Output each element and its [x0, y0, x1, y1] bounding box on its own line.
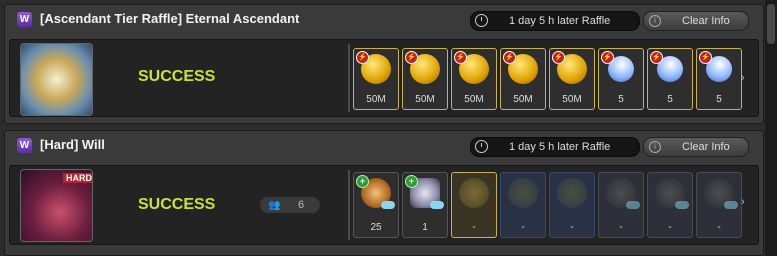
reward-count: 25	[370, 222, 382, 233]
reward-count: 50M	[513, 94, 533, 105]
reward-slot[interactable]: ⚡ 50M	[500, 48, 546, 110]
party-size-badge: 👥 6	[260, 197, 320, 213]
plus-icon: +	[356, 175, 369, 188]
raffle-timer: 1 day 5 h later Raffle	[470, 137, 640, 157]
reward-slot[interactable]: ⚡ 5	[696, 48, 742, 110]
boss-portrait: HARD	[20, 169, 93, 242]
reward-slot[interactable]: -	[451, 172, 497, 238]
cloud-icon	[430, 201, 444, 209]
reward-count: 1	[422, 222, 428, 233]
reward-count: -	[717, 222, 721, 233]
reward-slot[interactable]: ⚡ 50M	[451, 48, 497, 110]
reward-count: 5	[667, 94, 673, 105]
divider	[348, 44, 350, 112]
reward-count: 50M	[415, 94, 435, 105]
reward-slot[interactable]: ⚡ 50M	[402, 48, 448, 110]
clear-info-label: Clear Info	[682, 141, 730, 153]
lightning-icon: ⚡	[454, 51, 467, 64]
reward-slot[interactable]: -	[549, 172, 595, 238]
lightning-icon: ⚡	[405, 51, 418, 64]
raffle-timer: 1 day 5 h later Raffle	[470, 11, 640, 31]
boss-panel-ascendant: W [Ascendant Tier Raffle] Eternal Ascend…	[4, 4, 764, 124]
party-icon: 👥	[268, 200, 281, 211]
cloud-icon	[675, 201, 689, 209]
boss-title: [Ascendant Tier Raffle] Eternal Ascendan…	[40, 11, 300, 26]
reward-slot[interactable]: + 25	[353, 172, 399, 238]
reward-slot[interactable]: + 1	[402, 172, 448, 238]
clock-icon	[475, 140, 488, 153]
boss-panel-will: W [Hard] Will 1 day 5 h later Raffle i C…	[4, 130, 764, 256]
reward-slot[interactable]: -	[598, 172, 644, 238]
scroll-right-icon[interactable]: ›	[741, 72, 745, 84]
cloud-icon	[381, 201, 395, 209]
reward-count: -	[521, 222, 525, 233]
raffle-text: 1 day 5 h later Raffle	[509, 15, 611, 27]
reward-slot[interactable]: ⚡ 50M	[549, 48, 595, 110]
locked-gold-slot-icon	[459, 178, 489, 208]
difficulty-tag: HARD	[63, 173, 92, 183]
scroll-thumb[interactable]	[767, 4, 775, 44]
raffle-text: 1 day 5 h later Raffle	[509, 141, 611, 153]
reward-slot[interactable]: -	[696, 172, 742, 238]
reward-slot[interactable]: ⚡ 5	[647, 48, 693, 110]
locked-blue-slot-icon	[508, 178, 538, 208]
reward-slot[interactable]: ⚡ 50M	[353, 48, 399, 110]
locked-blue-slot-icon	[557, 178, 587, 208]
info-icon: i	[649, 15, 661, 27]
reward-count: -	[472, 222, 476, 233]
lightning-icon: ⚡	[699, 51, 712, 64]
lightning-icon: ⚡	[356, 51, 369, 64]
party-count: 6	[298, 199, 305, 211]
reward-count: 50M	[366, 94, 386, 105]
boss-portrait	[20, 43, 93, 116]
boss-badge-icon: W	[17, 138, 32, 153]
reward-count: 50M	[464, 94, 484, 105]
status-text: SUCCESS	[138, 68, 216, 85]
reward-count: 50M	[562, 94, 582, 105]
reward-count: 5	[618, 94, 624, 105]
info-icon: i	[649, 141, 661, 153]
reward-slot[interactable]: ⚡ 5	[598, 48, 644, 110]
clear-info-button[interactable]: i Clear Info	[643, 137, 749, 157]
scrollbar[interactable]	[765, 0, 777, 256]
boss-badge-icon: W	[17, 12, 32, 27]
lightning-icon: ⚡	[601, 51, 614, 64]
reward-slot[interactable]: -	[647, 172, 693, 238]
panel-header: W [Ascendant Tier Raffle] Eternal Ascend…	[5, 5, 763, 33]
cloud-icon	[626, 201, 640, 209]
reward-count: 5	[716, 94, 722, 105]
clear-info-label: Clear Info	[682, 15, 730, 27]
scroll-right-icon[interactable]: ›	[741, 196, 745, 208]
reward-count: -	[668, 222, 672, 233]
reward-count: -	[570, 222, 574, 233]
status-text: SUCCESS	[138, 196, 216, 213]
reward-count: -	[619, 222, 623, 233]
cloud-icon	[724, 201, 738, 209]
lightning-icon: ⚡	[552, 51, 565, 64]
boss-title: [Hard] Will	[40, 137, 105, 152]
lightning-icon: ⚡	[650, 51, 663, 64]
reward-slot[interactable]: -	[500, 172, 546, 238]
clear-info-button[interactable]: i Clear Info	[643, 11, 749, 31]
plus-icon: +	[405, 175, 418, 188]
lightning-icon: ⚡	[503, 51, 516, 64]
panel-header: W [Hard] Will 1 day 5 h later Raffle i C…	[5, 131, 763, 159]
panel-body: SUCCESS ‹ ⚡ 50M ⚡ 50M ⚡ 50M ⚡ 50M ⚡ 50M	[9, 39, 759, 117]
clock-icon	[475, 14, 488, 27]
divider	[348, 170, 350, 240]
panel-body: HARD SUCCESS 👥 6 + 25 + 1 - - - - - - ›	[9, 165, 759, 245]
